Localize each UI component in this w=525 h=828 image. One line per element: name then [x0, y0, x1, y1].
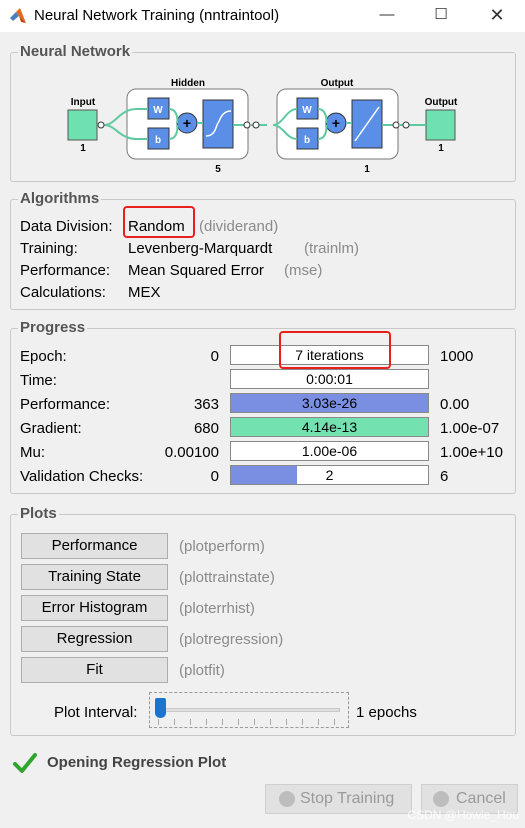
plot-interval-slider[interactable] — [149, 692, 349, 728]
plot-function: (plotregression) — [179, 631, 284, 648]
checkmark-icon — [13, 753, 37, 773]
progress-label: Time: — [20, 372, 57, 389]
slider-track — [158, 708, 340, 712]
progress-label: Mu: — [20, 444, 46, 461]
maximize-button[interactable]: ☐ — [418, 0, 464, 32]
output-layer-count: 1 — [364, 164, 370, 175]
output-layer-label: Output — [321, 78, 354, 89]
title-bar: Neural Network Training (nntraintool) — … — [0, 0, 525, 32]
hidden-label: Hidden — [171, 78, 205, 89]
output-bias-label: b — [304, 135, 310, 146]
progress-start: 363 — [193, 396, 219, 413]
plot-button[interactable]: Training State — [21, 564, 168, 590]
slider-thumb[interactable] — [155, 698, 166, 718]
stop-training-label: Stop Training — [300, 790, 395, 807]
progress-current: 3.03e-26 — [301, 395, 358, 411]
hidden-bias-label: b — [155, 135, 161, 146]
plot-function: (plotfit) — [179, 662, 225, 679]
calculations-label: Calculations: — [20, 284, 106, 301]
plot-button[interactable]: Regression — [21, 626, 168, 652]
training-fn: (trainlm) — [304, 240, 359, 257]
network-diagram: Input 1 Hidden 5 Output 1 Output 1 W b +… — [67, 78, 458, 175]
progress-start: 0 — [210, 348, 219, 365]
data-division-fn: (dividerand) — [199, 218, 279, 235]
output-label: Output — [425, 97, 458, 108]
progress-label: Epoch: — [20, 348, 67, 365]
calculations-value: MEX — [128, 284, 161, 301]
training-value: Levenberg-Marquardt — [128, 240, 273, 257]
input-node — [67, 109, 98, 141]
progress-label: Validation Checks: — [20, 468, 144, 485]
progress-current: 1.00e-06 — [301, 443, 358, 459]
cancel-icon — [433, 791, 449, 807]
hidden-count: 5 — [215, 164, 221, 175]
progress-bar: 0:00:01 — [230, 369, 429, 389]
slider-ticks — [158, 719, 340, 725]
matlab-logo-icon — [10, 8, 26, 23]
plot-button[interactable]: Error Histogram — [21, 595, 168, 621]
progress-bar: 2 — [230, 465, 429, 485]
progress-label: Performance: — [20, 396, 111, 413]
plot-function: (plottrainstate) — [179, 569, 275, 586]
input-label: Input — [71, 97, 96, 108]
output-node — [425, 109, 456, 141]
close-button[interactable]: ✕ — [474, 0, 520, 32]
progress-bar: 1.00e-06 — [230, 441, 429, 461]
svg-text:+: + — [183, 115, 191, 131]
plot-interval-label: Plot Interval: — [54, 704, 138, 721]
progress-end: 1.00e-07 — [440, 420, 500, 437]
progress-current: 4.14e-13 — [301, 419, 358, 435]
algorithms-legend: Algorithms — [18, 190, 102, 207]
plot-button[interactable]: Fit — [21, 657, 168, 683]
highlight-box-iterations — [279, 331, 391, 369]
progress-end: 1000 — [440, 348, 474, 365]
progress-start: 0.00100 — [164, 444, 219, 461]
progress-label: Gradient: — [20, 420, 82, 437]
training-label: Training: — [20, 240, 78, 257]
progress-bar: 4.14e-13 — [230, 417, 429, 437]
hidden-weight-label: W — [153, 105, 163, 116]
stop-icon — [279, 791, 295, 807]
svg-text:+: + — [332, 115, 340, 131]
progress-start: 0 — [210, 468, 219, 485]
progress-current: 2 — [325, 467, 334, 483]
progress-end: 6 — [440, 468, 449, 485]
status-text: Opening Regression Plot — [47, 754, 227, 771]
plot-interval-value: 1 epochs — [356, 704, 417, 721]
minimize-button[interactable]: — — [364, 0, 410, 32]
data-division-label: Data Division: — [20, 218, 113, 235]
progress-start: 680 — [193, 420, 219, 437]
output-count: 1 — [438, 143, 444, 154]
highlight-box-random — [123, 206, 195, 238]
plot-function: (ploterrhist) — [179, 600, 255, 617]
performance-algo-value: Mean Squared Error — [128, 262, 264, 279]
progress-current: 0:00:01 — [306, 371, 353, 387]
neural-network-panel: Neural Network Input 1 Hidden 5 Output 1… — [10, 43, 516, 182]
window-title: Neural Network Training (nntraintool) — [34, 7, 280, 24]
progress-bar: 3.03e-26 — [230, 393, 429, 413]
plot-function: (plotperform) — [179, 538, 265, 555]
plot-button[interactable]: Performance — [21, 533, 168, 559]
performance-algo-label: Performance: — [20, 262, 111, 279]
stop-training-button[interactable]: Stop Training — [265, 784, 412, 814]
performance-algo-fn: (mse) — [284, 262, 323, 279]
progress-end: 1.00e+10 — [440, 444, 503, 461]
plots-legend: Plots — [18, 505, 59, 522]
output-weight-label: W — [302, 105, 312, 116]
progress-legend: Progress — [18, 319, 88, 336]
watermark: CSDN @Howie_Hou — [407, 808, 519, 822]
input-count: 1 — [80, 143, 86, 154]
progress-end: 0.00 — [440, 396, 470, 413]
